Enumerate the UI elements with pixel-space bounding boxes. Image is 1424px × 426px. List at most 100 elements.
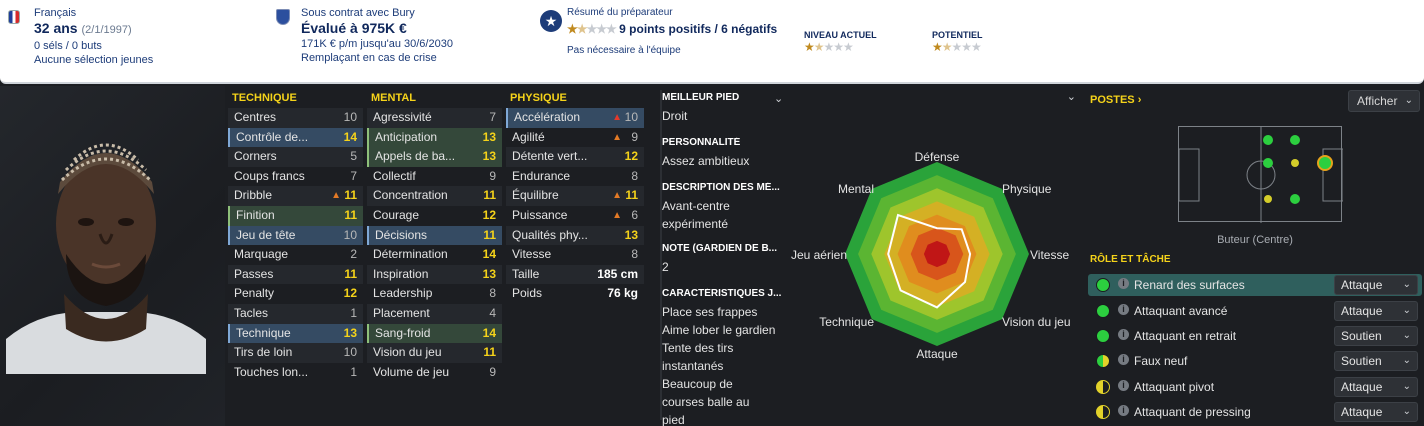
attr-decisions[interactable]: Décisions 11	[367, 225, 502, 246]
attr-aggression[interactable]: Agressivité 7	[367, 108, 502, 128]
role-row[interactable]: i Renard des surfaces Attaque ⌄	[1088, 274, 1422, 296]
gk-rating: 2	[662, 260, 669, 274]
youth-caps: Aucune sélection jeunes	[34, 54, 154, 66]
chevron-down-icon: ⌄	[1404, 95, 1413, 106]
attr-balance[interactable]: Équilibre ▲ 11	[506, 186, 644, 206]
positions-title[interactable]: POSTES ›	[1090, 94, 1141, 106]
attr-heading[interactable]: Jeu de tête 10	[228, 225, 363, 246]
attr-off-the-ball[interactable]: Appels de ba... 13	[367, 147, 502, 167]
chevron-down-icon[interactable]: ⌄	[1067, 90, 1076, 103]
attr-acceleration[interactable]: Accélération ▲ 10	[506, 108, 644, 128]
attr-vision[interactable]: Vision du jeu 11	[367, 343, 502, 363]
gk-rating-label: NOTE (GARDIEN DE B...	[662, 243, 778, 254]
arrow-up-icon: ▲	[612, 209, 622, 221]
role-row[interactable]: i Attaquant de pressing Attaque ⌄	[1088, 401, 1422, 423]
attr-work-rate[interactable]: Volume de jeu 9	[367, 363, 502, 383]
chevron-down-icon: ⌄	[1402, 305, 1411, 316]
attr-natural-fitness[interactable]: Qualités phy... 13	[506, 225, 644, 246]
attr-tackling[interactable]: Tacles 1	[228, 303, 363, 324]
potential-ability: POTENTIEL ★★★★★	[932, 30, 983, 54]
personal-info: Français 32 ans (2/1/1997) 0 séls / 0 bu…	[34, 6, 153, 67]
chevron-down-icon: ⌄	[1402, 279, 1411, 290]
info-icon[interactable]: i	[1118, 354, 1129, 365]
contract-info: Sous contrat avec Bury Évalué à 975K € 1…	[301, 6, 453, 65]
club-crest-icon[interactable]	[276, 9, 290, 25]
attr-flair[interactable]: Inspiration 13	[367, 264, 502, 285]
role-row[interactable]: i Faux neuf Soutien ⌄	[1088, 350, 1422, 372]
attr-technique[interactable]: Technique 13	[228, 323, 363, 344]
role-row[interactable]: i Attaquant pivot Attaque ⌄	[1088, 376, 1422, 398]
duty-dropdown[interactable]: Attaque ⌄	[1334, 275, 1418, 295]
attr-bravery[interactable]: Courage 12	[367, 206, 502, 226]
attr-jumping[interactable]: Détente vert... 12	[506, 147, 644, 167]
wage-info: 171K € p/m jusqu'au 30/6/2030	[301, 38, 453, 50]
duty-dropdown[interactable]: Attaque ⌄	[1334, 402, 1418, 422]
scout-report[interactable]: Résumé du préparateur ★★★★★ 9 points pos…	[567, 6, 777, 58]
role-suitability-icon	[1096, 354, 1110, 368]
chevron-down-icon: ⌄	[1402, 330, 1411, 341]
info-icon[interactable]: i	[1118, 278, 1129, 289]
attr-long-shots[interactable]: Tirs de loin 10	[228, 343, 363, 363]
attr-corners[interactable]: Corners 5	[228, 147, 363, 167]
attr-free-kicks[interactable]: Coups francs 7	[228, 167, 363, 187]
positions-panel: POSTES › Afficher ⌄ Buteur (Centre) RÔLE …	[1086, 90, 1424, 426]
attr-agility[interactable]: Agilité ▲ 9	[506, 128, 644, 148]
attr-passing[interactable]: Passes 11	[228, 264, 363, 285]
trait-item: Place ses frappes	[662, 305, 758, 319]
nationality[interactable]: Français	[34, 6, 153, 20]
role-row[interactable]: i Attaquant en retrait Soutien ⌄	[1088, 325, 1422, 347]
technical-title: TECHNIQUE	[232, 92, 297, 104]
current-ability-label: NIVEAU ACTUEL	[804, 30, 877, 40]
player-info-panel: MEILLEUR PIED Droit PERSONNALITÉ Assez a…	[662, 92, 790, 426]
attr-determination[interactable]: Détermination 14	[367, 245, 502, 265]
radar-chart: Défense Physique Vitesse Vision du jeu A…	[791, 150, 1071, 361]
role-suitability-icon	[1096, 405, 1110, 419]
role-row[interactable]: i Attaquant avancé Attaque ⌄	[1088, 300, 1422, 322]
radar-label-vision: Vision du jeu	[1002, 315, 1071, 329]
attr-teamwork[interactable]: Collectif 9	[367, 167, 502, 187]
chevron-down-icon: ⌄	[1402, 406, 1411, 417]
attr-composure[interactable]: Sang-froid 14	[367, 323, 502, 344]
duty-dropdown[interactable]: Attaque ⌄	[1334, 301, 1418, 321]
arrow-up-icon: ▲	[612, 131, 622, 143]
attr-anticipation[interactable]: Anticipation 13	[367, 127, 502, 148]
attr-penalty[interactable]: Penalty 12	[228, 284, 363, 304]
position-marker	[1264, 195, 1272, 203]
info-icon[interactable]: i	[1118, 329, 1129, 340]
attr-finishing[interactable]: Finition 11	[228, 205, 363, 226]
attr-marking[interactable]: Marquage 2	[228, 245, 363, 265]
attr-strength[interactable]: Puissance ▲ 6	[506, 206, 644, 226]
selected-position-label: Buteur (Centre)	[1217, 234, 1293, 246]
attr-stamina[interactable]: Endurance 8	[506, 167, 644, 187]
chevron-down-icon[interactable]: ⌄	[774, 92, 783, 105]
role-suitability-icon	[1096, 329, 1110, 343]
pitch-lines	[1178, 127, 1344, 223]
duty-dropdown[interactable]: Soutien ⌄	[1334, 326, 1418, 346]
attr-dribbling[interactable]: Dribble ▲ 11	[228, 186, 363, 206]
info-icon[interactable]: i	[1118, 405, 1129, 416]
scout-note: Pas nécessaire à l'équipe	[567, 45, 681, 56]
potential-stars-icon: ★★★★★	[932, 40, 982, 54]
physical-attributes: PHYSIQUE Accélération ▲ 10 Agilité ▲ 9 Déten…	[506, 92, 644, 304]
attr-centres[interactable]: Centres 10	[228, 108, 363, 128]
attr-positioning[interactable]: Placement 4	[367, 303, 502, 324]
preferred-foot: Droit	[662, 109, 688, 123]
attr-concentration[interactable]: Concentration 11	[367, 186, 502, 206]
duty-dropdown[interactable]: Soutien ⌄	[1334, 351, 1418, 371]
player-summary-bar: Français 32 ans (2/1/1997) 0 séls / 0 bu…	[0, 0, 1424, 84]
attr-first-touch[interactable]: Contrôle de... 14	[228, 127, 363, 148]
mental-attributes: MENTAL Agressivité 7 Anticipation 13 Appel…	[367, 92, 502, 382]
contract-club[interactable]: Sous contrat avec Bury	[301, 6, 453, 20]
radar-label-technique: Technique	[819, 315, 874, 329]
weight-row: Poids 76 kg	[512, 286, 638, 301]
chevron-down-icon: ⌄	[1402, 381, 1411, 392]
pitch-diagram	[1178, 126, 1344, 223]
position-marker	[1263, 135, 1273, 145]
info-icon[interactable]: i	[1118, 304, 1129, 315]
duty-dropdown[interactable]: Attaque ⌄	[1334, 377, 1418, 397]
attr-pace[interactable]: Vitesse 8	[506, 245, 644, 265]
attr-leadership[interactable]: Leadership 8	[367, 284, 502, 304]
info-icon[interactable]: i	[1118, 380, 1129, 391]
attr-long-throws[interactable]: Touches lon... 1	[228, 363, 363, 383]
show-dropdown[interactable]: Afficher ⌄	[1348, 90, 1420, 112]
